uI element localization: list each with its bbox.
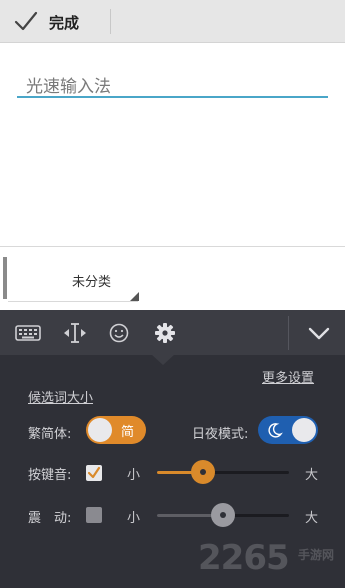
key-sound-slider-thumb[interactable] (191, 460, 216, 484)
vibration-slider-thumb[interactable] (211, 503, 235, 527)
divider (110, 9, 111, 34)
action-bar: 完成 (0, 0, 345, 43)
toggle-text: 简 (121, 425, 135, 440)
toggle-knob (88, 418, 112, 442)
key-sound-min-label: 小 (127, 468, 141, 483)
candidate-size-link[interactable]: 候选词大小 (28, 387, 93, 406)
category-strip: 未分类 (0, 246, 345, 310)
thumb-dot (220, 512, 226, 518)
keyboard-icon[interactable] (15, 322, 41, 344)
category-label[interactable]: 未分类 (72, 271, 111, 290)
night-mode-label: 日夜模式: (192, 427, 249, 442)
key-sound-max-label: 大 (305, 468, 319, 483)
chevron-down-icon[interactable] (306, 322, 332, 344)
divider (288, 316, 289, 350)
traditional-simplified-toggle[interactable]: 简 (86, 416, 146, 444)
text-input[interactable]: 光速输入法 (17, 66, 328, 98)
vibration-max-label: 大 (305, 511, 319, 526)
divider (8, 301, 138, 302)
toggle-knob (292, 418, 316, 442)
moon-icon (268, 423, 283, 438)
gear-icon[interactable] (152, 322, 178, 344)
watermark-logo: 2265 (198, 538, 290, 578)
thumb-dot (200, 469, 207, 475)
cursor-icon[interactable] (62, 322, 88, 344)
key-sound-checkbox[interactable] (86, 465, 102, 481)
done-button[interactable]: 完成 (49, 12, 79, 33)
check-icon (87, 466, 101, 479)
traditional-simplified-label: 繁简体: (28, 427, 72, 442)
vibration-label: 震 动: (28, 511, 72, 526)
key-sound-label: 按键音: (28, 468, 72, 483)
keyboard-settings-panel: 更多设置 候选词大小 繁简体: 简 日夜模式: 按键音: 小 大 震 动: 小 … (0, 310, 345, 588)
keyboard-toolbar (0, 310, 345, 355)
vibration-checkbox[interactable] (86, 507, 102, 523)
active-tab-pointer (151, 354, 175, 365)
vibration-min-label: 小 (127, 511, 141, 526)
watermark-sub: 手游网 (298, 548, 335, 562)
night-mode-toggle[interactable] (258, 416, 318, 444)
category-accent (3, 257, 7, 299)
corner-resize-icon[interactable] (130, 292, 139, 301)
more-settings-link[interactable]: 更多设置 (262, 367, 314, 386)
input-value: 光速输入法 (26, 77, 111, 97)
emoji-icon[interactable] (106, 322, 132, 344)
check-icon[interactable] (14, 10, 38, 32)
